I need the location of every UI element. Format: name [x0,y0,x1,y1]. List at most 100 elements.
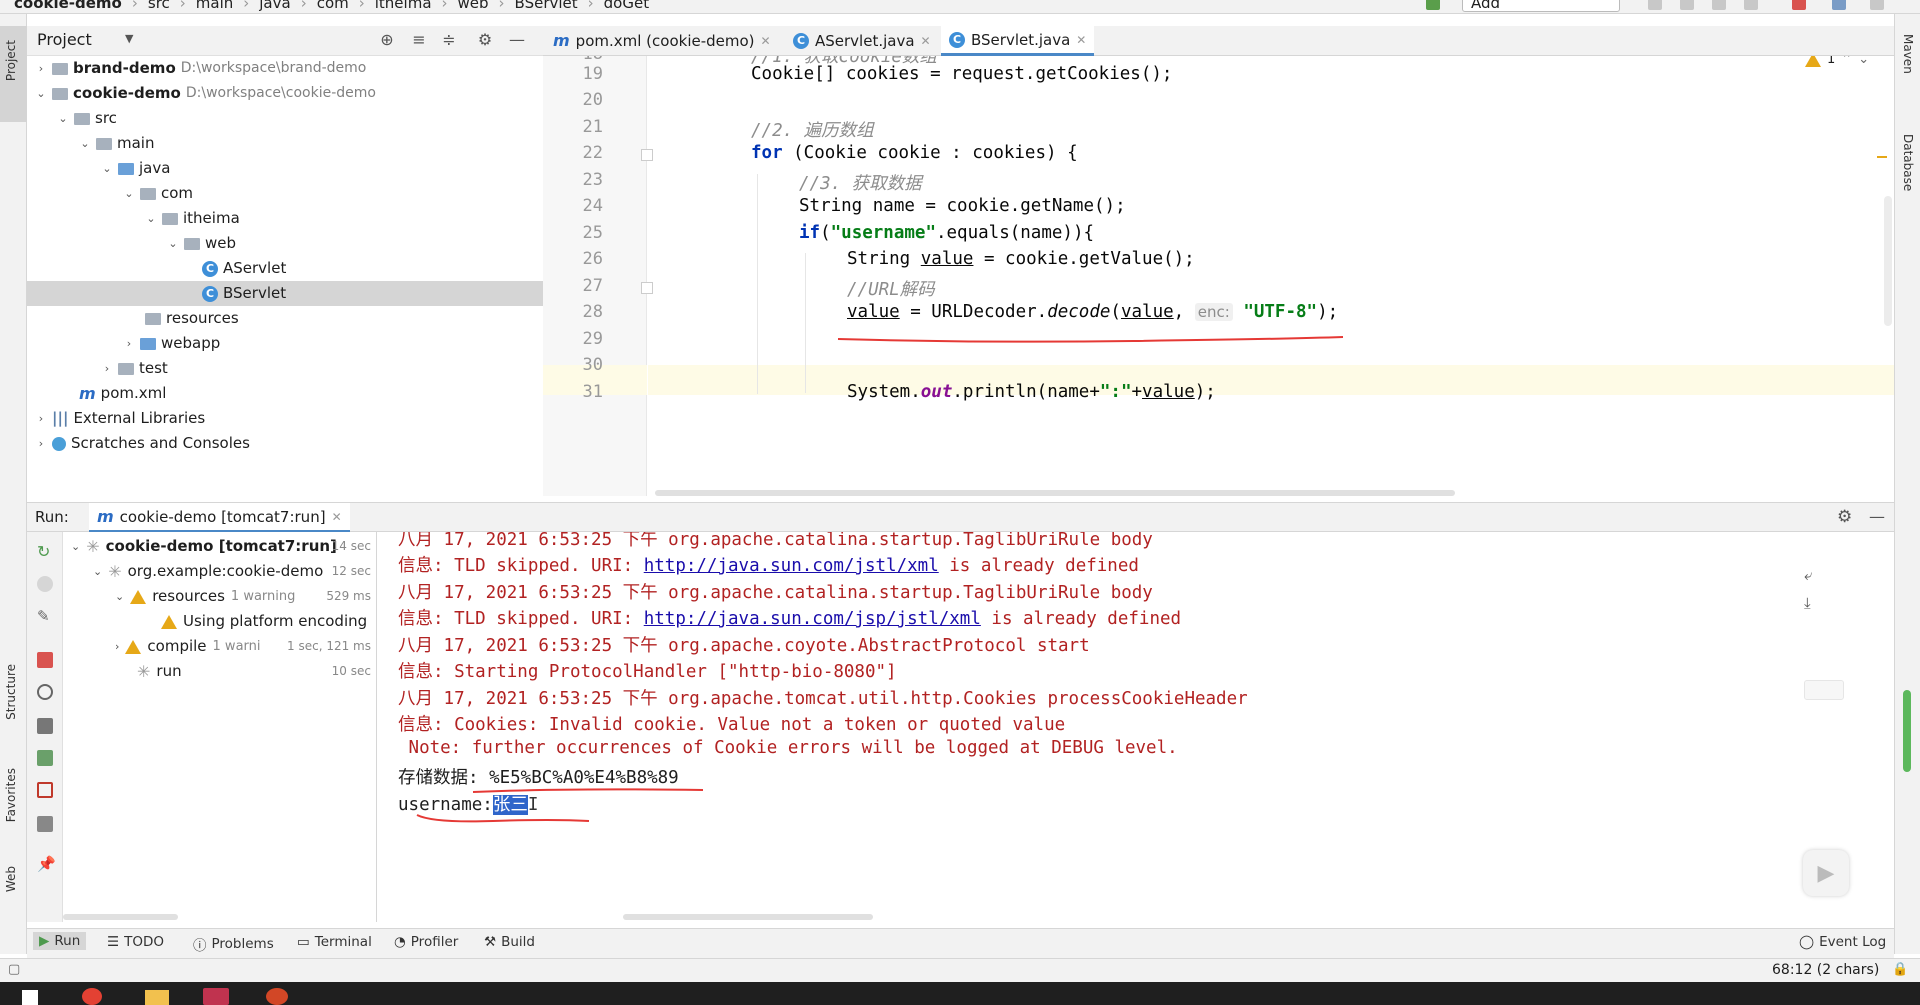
chevron-down-icon[interactable]: ⌄ [1858,56,1869,67]
horizontal-scrollbar[interactable] [63,914,178,920]
chevron-down-icon[interactable]: ⌄ [115,584,124,609]
run-tree-item[interactable]: Using platform encoding ( [161,609,371,634]
powerpoint-icon[interactable] [266,988,288,1005]
breadcrumb-item[interactable]: web [458,0,489,12]
chevron-right-icon[interactable]: › [115,634,119,659]
hide-icon[interactable]: — [1869,507,1885,526]
chevron-down-icon[interactable]: ⌄ [57,106,69,131]
breadcrumb-item[interactable]: main [196,0,233,12]
vertical-scrollbar[interactable] [1884,196,1892,326]
expand-all-icon[interactable]: ≡ [411,32,427,48]
project-tool-tab[interactable]: Project [0,26,27,122]
tree-item-com[interactable]: ⌄ com [123,181,193,206]
close-icon[interactable]: ✕ [761,27,771,55]
eye-icon[interactable] [37,684,53,700]
run-tree-item[interactable]: ⌄ ✳ org.example:cookie-demo 12 sec [93,559,371,584]
fold-icon[interactable] [641,282,653,294]
maven-tool-tab[interactable]: Maven [1901,34,1915,74]
collapse-all-icon[interactable]: ≑ [441,32,457,48]
fold-icon[interactable] [641,149,653,161]
favorites-tool-tab[interactable]: Favorites [4,768,18,822]
web-tool-tab[interactable]: Web [4,866,18,892]
gear-icon[interactable]: ⚙ [1837,507,1852,527]
horizontal-scrollbar[interactable] [655,490,1455,496]
chevron-right-icon[interactable]: › [123,331,135,356]
chevron-down-icon[interactable]: ⌄ [71,534,80,559]
chevron-right-icon[interactable]: › [35,56,47,81]
video-play-icon[interactable]: ▶ [1803,850,1849,896]
lock-icon[interactable]: 🔒 [1892,962,1908,977]
tab-bservlet[interactable]: C BServlet.java ✕ [941,26,1095,56]
exit-icon[interactable] [37,782,53,798]
close-icon[interactable]: ✕ [921,27,931,55]
run-tree-item[interactable]: › compile 1 warni 1 sec, 121 ms [115,634,371,659]
camera-icon[interactable] [37,718,53,734]
tree-item-bservlet[interactable]: C BServlet [202,281,286,306]
close-icon[interactable]: ✕ [332,510,342,524]
problems-tool-button[interactable]: ⓘ Problems [193,934,274,954]
restore-layout-icon[interactable] [37,750,53,766]
close-icon[interactable]: ✕ [1076,26,1086,54]
tree-item-pom[interactable]: m pom.xml [79,381,166,406]
chevron-up-icon[interactable]: ⌃ [1841,56,1852,67]
tree-item-main[interactable]: ⌄ main [79,131,154,156]
rerun-icon[interactable]: ↻ [37,544,53,560]
project-structure-icon[interactable] [1832,0,1846,10]
terminal-tool-button[interactable]: ▭ Terminal [297,934,372,950]
tree-item-webapp[interactable]: › webapp [123,331,220,356]
chevron-down-icon[interactable]: ⌄ [35,81,47,106]
run-tree-item[interactable]: ⌄ ✳ cookie-demo [tomcat7:run] 14 sec [71,534,371,559]
chevron-right-icon[interactable]: › [101,356,113,381]
tree-item-brand-demo[interactable]: › brand-demo D:\workspace\brand-demo [35,56,367,81]
run-tab-tomcat[interactable]: m cookie-demo [tomcat7:run] ✕ [89,503,350,533]
run-tool-button[interactable]: ▶ Run [33,932,87,950]
pin-icon[interactable]: 📌 [37,856,56,872]
run-tree-item[interactable]: ✳ run 10 sec [137,659,371,684]
breadcrumb-item[interactable]: doGet [604,0,649,12]
breadcrumb-item[interactable]: cookie-demo [14,0,122,12]
breadcrumb-item[interactable]: src [148,0,170,12]
chevron-down-icon[interactable]: ⌄ [79,131,91,156]
tree-item-test[interactable]: › test [101,356,168,381]
chevron-right-icon[interactable]: › [35,406,47,431]
scroll-to-end-icon[interactable]: ⤓ [1804,594,1820,612]
tree-item-web[interactable]: ⌄ web [167,231,236,256]
chrome-icon[interactable] [82,988,102,1005]
tree-item-external-libraries[interactable]: › ||| External Libraries [35,406,205,431]
breadcrumb-item[interactable]: java [259,0,290,12]
chevron-right-icon[interactable]: › [35,431,47,456]
chevron-down-icon[interactable]: ⌄ [101,156,113,181]
windows-start-icon[interactable] [22,990,38,1005]
project-panel-title[interactable]: Project [37,30,92,49]
chevron-down-icon[interactable]: ⌄ [145,206,157,231]
chevron-down-icon[interactable]: ⌄ [123,181,135,206]
file-explorer-icon[interactable] [145,990,169,1005]
build-icon[interactable] [1426,0,1440,10]
soft-wrap-icon[interactable]: ⤶ [1804,566,1820,584]
tree-item-scratches[interactable]: › Scratches and Consoles [35,431,250,456]
layout-toggle-icon[interactable]: ▢ [8,962,20,977]
tab-aservlet[interactable]: C AServlet.java ✕ [785,26,939,56]
tree-item-java[interactable]: ⌄ java [101,156,170,181]
code-editor[interactable]: 18 19 20 21 22 23 24 25 26 27 28 29 30 3… [543,56,1894,496]
tree-item-cookie-demo[interactable]: ⌄ cookie-demo D:\workspace\cookie-demo [35,81,376,106]
tab-pom-xml[interactable]: m pom.xml (cookie-demo) ✕ [545,26,779,56]
profile-icon[interactable] [1744,0,1758,10]
run-icon[interactable] [1648,0,1662,10]
run-tree-item[interactable]: ⌄ resources 1 warning 529 ms [115,584,371,609]
breadcrumb-item[interactable]: com [317,0,349,12]
inspection-widget[interactable]: 1 ⌃ ⌄ [1805,56,1869,67]
database-tool-tab[interactable]: Database [1901,134,1915,191]
tree-item-itheima[interactable]: ⌄ itheima [145,206,239,231]
rerun-failed-icon[interactable] [37,576,53,592]
build-tool-button[interactable]: ⚒ Build [484,934,535,950]
run-configuration-dropdown[interactable]: Add Configuration... [1462,0,1620,13]
coverage-icon[interactable] [1712,0,1726,10]
intellij-icon[interactable] [203,988,229,1005]
wrench-icon[interactable]: ✎ [37,608,53,624]
stop-icon[interactable] [37,652,53,668]
event-log-button[interactable]: ◯ Event Log [1799,934,1886,950]
console-link[interactable]: http://java.sun.com/jstl/xml [644,556,939,576]
console-output[interactable]: 八月 17, 2021 6:53:25 下午 org.apache.catali… [378,532,1858,922]
search-everywhere-icon[interactable] [1870,0,1884,10]
